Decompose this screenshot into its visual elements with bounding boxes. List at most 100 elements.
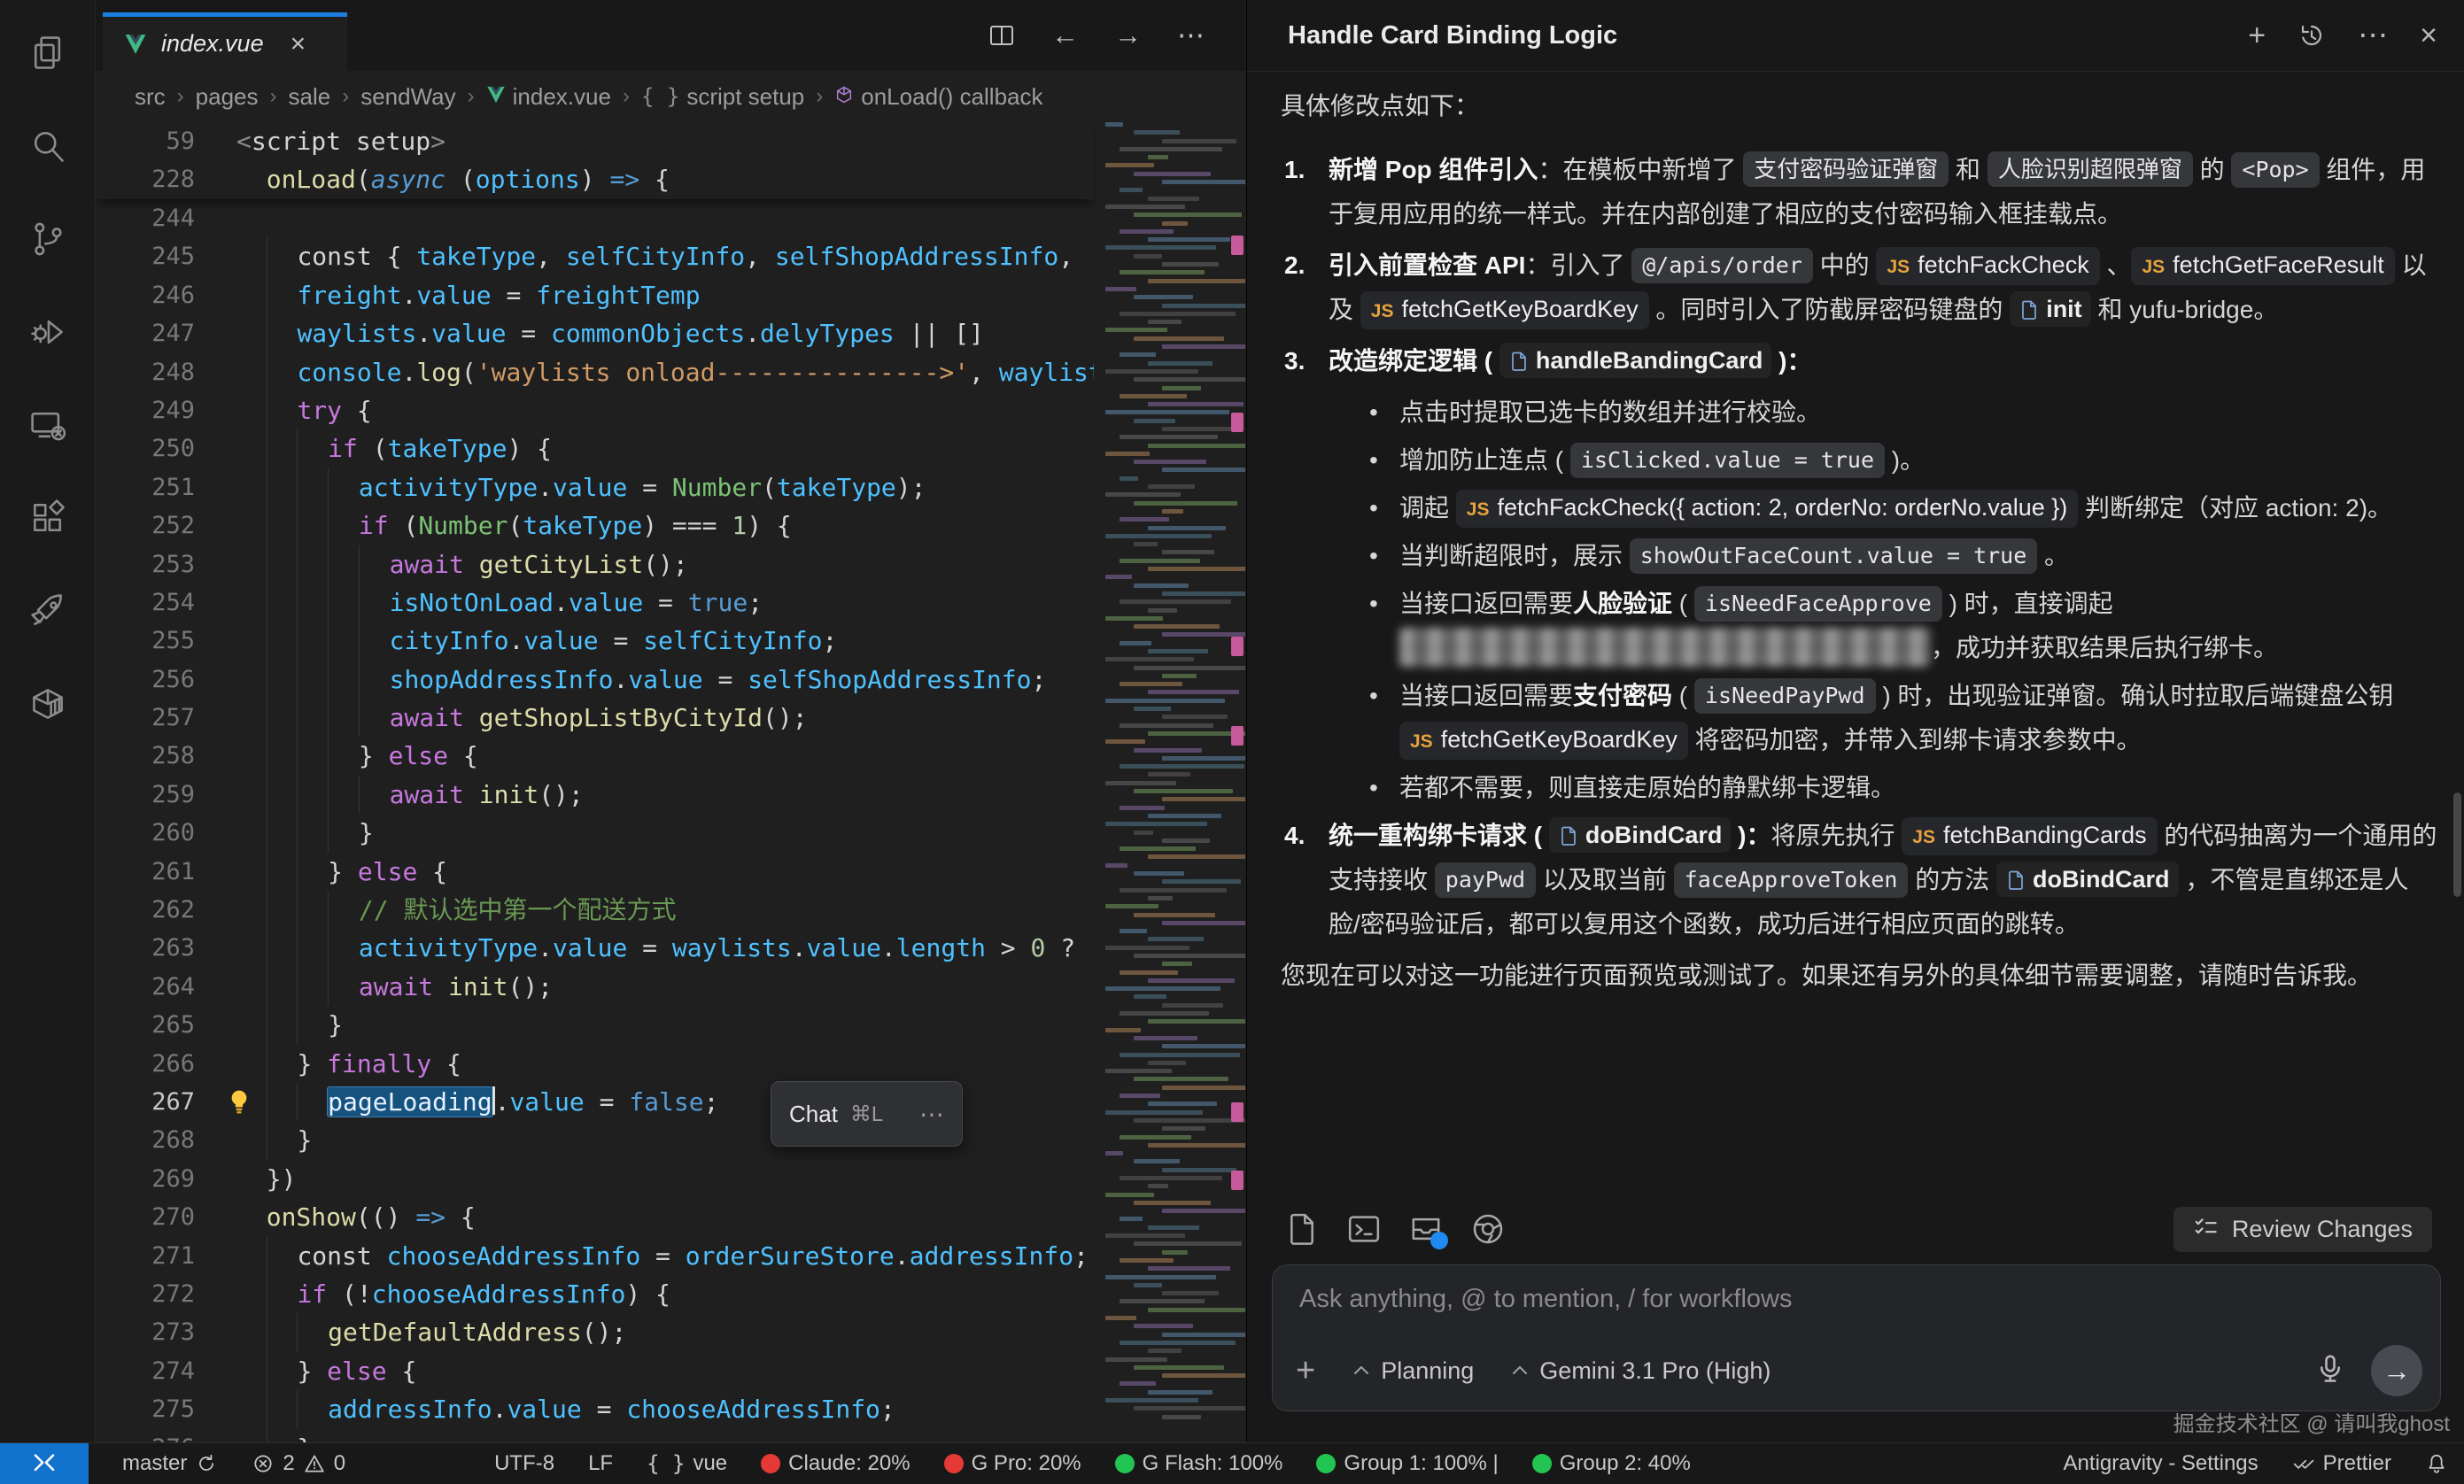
language-indicator[interactable]: { } vue: [647, 1451, 727, 1476]
js-symbol-chip[interactable]: JSfetchGetFaceResult: [2131, 247, 2394, 285]
breadcrumb-item-onload-callback[interactable]: onLoad() callback: [834, 83, 1042, 111]
line-number: 245: [96, 237, 195, 275]
js-symbol-chip[interactable]: JSfetchGetKeyBoardKey: [1399, 722, 1688, 760]
chat-input-box[interactable]: Ask anything, @ to mention, / for workfl…: [1272, 1264, 2441, 1411]
history-icon[interactable]: [2297, 21, 2326, 50]
forward-icon[interactable]: →: [1114, 19, 1142, 51]
tab-title: index.vue: [161, 30, 264, 58]
line-number: 257: [96, 699, 195, 737]
lightbulb-icon[interactable]: [225, 1088, 253, 1117]
inline-code-chip: showOutFaceCount.value = true: [1630, 538, 2038, 574]
terminal-artifact-icon[interactable]: [1346, 1211, 1382, 1247]
file-symbol-chip[interactable]: doBindCard: [1996, 862, 2179, 897]
line-number: 262: [96, 891, 195, 929]
panel-more-icon[interactable]: ⋯: [2358, 18, 2388, 53]
file-symbol-chip[interactable]: doBindCard: [1549, 817, 1732, 853]
inline-code-chip: isClicked.value = true: [1570, 443, 1885, 478]
mode-selector[interactable]: Planning: [1351, 1357, 1474, 1385]
explorer-icon[interactable]: [28, 34, 67, 73]
problems-indicator[interactable]: 2 0: [252, 1451, 345, 1476]
breadcrumb-item-script-setup[interactable]: { }script setup: [641, 83, 804, 111]
formatter-indicator[interactable]: Prettier: [2292, 1451, 2391, 1476]
code-line-266: 266} finally {: [96, 1045, 1094, 1083]
breadcrumb-item-sendway[interactable]: sendWay: [360, 83, 455, 111]
line-number: 265: [96, 1006, 195, 1044]
container-icon[interactable]: [28, 684, 67, 723]
braces-icon: { }: [647, 1451, 685, 1476]
assistant-message: 具体修改点如下：1.新增 Pop 组件引入：在模板中新增了 支付密码验证弹窗 和…: [1247, 72, 2464, 1202]
inbox-artifact-icon[interactable]: [1408, 1211, 1444, 1247]
language-label: vue: [693, 1451, 727, 1476]
breadcrumb-item-index-vue[interactable]: index.vue: [486, 83, 611, 111]
quota-claude[interactable]: Claude: 20%: [761, 1451, 910, 1476]
error-count: 2: [283, 1451, 294, 1476]
send-button[interactable]: →: [2371, 1345, 2422, 1396]
review-changes-button[interactable]: Review Changes: [2173, 1207, 2432, 1252]
file-symbol-chip[interactable]: init: [2010, 291, 2091, 327]
split-editor-icon[interactable]: [988, 21, 1016, 50]
panel-scrollbar[interactable]: [2453, 792, 2461, 897]
line-number: 254: [96, 584, 195, 622]
run-debug-icon[interactable]: [28, 313, 67, 352]
code-line-249: 249try {: [96, 391, 1094, 429]
settings-indicator[interactable]: Antigravity - Settings: [2064, 1451, 2259, 1476]
encoding-indicator[interactable]: UTF-8: [494, 1451, 554, 1476]
code-line-254: 254isNotOnLoad.value = true;: [96, 584, 1094, 622]
chat-hint-more-icon[interactable]: ⋯: [919, 1100, 944, 1129]
new-chat-icon[interactable]: +: [2248, 19, 2266, 53]
browser-artifact-icon[interactable]: [1470, 1211, 1506, 1247]
code-line-246: 246freight.value = freightTemp: [96, 276, 1094, 314]
breadcrumb-item-pages[interactable]: pages: [196, 83, 259, 111]
message-bullet: 若都不需要，则直接走原始的静默绑卡逻辑。: [1247, 766, 2437, 810]
inline-code-chip: faceApproveToken: [1674, 862, 1909, 898]
quota-group-1[interactable]: Group 1: 100% |: [1316, 1451, 1498, 1476]
model-selector[interactable]: Gemini 3.1 Pro (High): [1509, 1357, 1771, 1385]
code-editor[interactable]: 244245const { takeType, selfCityInfo, se…: [96, 122, 1245, 1443]
line-number: 249: [96, 391, 195, 429]
file-symbol-chip[interactable]: handleBandingCard: [1499, 343, 1772, 378]
line-number: 269: [96, 1160, 195, 1198]
file-artifact-icon[interactable]: [1284, 1211, 1320, 1247]
remote-indicator[interactable]: [0, 1443, 89, 1484]
js-symbol-chip[interactable]: JSfetchGetKeyBoardKey: [1360, 291, 1649, 329]
search-icon[interactable]: [28, 127, 67, 166]
code-line-275: 275addressInfo.value = chooseAddressInfo…: [96, 1390, 1094, 1428]
inline-code-chip: 人脸识别超限弹窗: [1987, 151, 2193, 187]
mic-icon[interactable]: [2314, 1353, 2346, 1389]
js-symbol-chip[interactable]: JSfetchBandingCards: [1902, 817, 2157, 855]
panel-close-icon[interactable]: ×: [2420, 19, 2437, 53]
message-bullet: 点击时提取已选卡的数组并进行校验。: [1247, 390, 2437, 435]
code-line-248: 248console.log('waylists onload---------…: [96, 353, 1094, 391]
source-control-icon[interactable]: [28, 220, 67, 259]
editor-actions: ← → ⋯: [988, 0, 1205, 71]
checklist-icon: [2193, 1216, 2220, 1242]
line-number: 59: [96, 122, 195, 160]
quota-group-2[interactable]: Group 2: 40%: [1532, 1451, 1691, 1476]
remote-explorer-icon[interactable]: [28, 406, 67, 444]
breadcrumb-item-sale[interactable]: sale: [289, 83, 331, 111]
code-line-274: 274} else {: [96, 1352, 1094, 1390]
line-number: 258: [96, 737, 195, 775]
more-actions-icon[interactable]: ⋯: [1177, 19, 1205, 51]
tab-close-icon[interactable]: ×: [291, 29, 306, 59]
notifications-bell-icon[interactable]: [2425, 1452, 2448, 1475]
breadcrumb-item-src[interactable]: src: [135, 83, 166, 111]
eol-indicator[interactable]: LF: [588, 1451, 613, 1476]
breadcrumb-separator: ›: [623, 84, 630, 109]
line-number: 250: [96, 429, 195, 468]
tab-index-vue[interactable]: index.vue ×: [103, 12, 347, 71]
branch-indicator[interactable]: master: [122, 1451, 218, 1476]
quota-g-pro[interactable]: G Pro: 20%: [944, 1451, 1081, 1476]
back-icon[interactable]: ←: [1051, 19, 1079, 51]
attach-icon[interactable]: +: [1296, 1357, 1315, 1384]
quota-g-flash[interactable]: G Flash: 100%: [1115, 1451, 1283, 1476]
js-symbol-chip[interactable]: JSfetchFackCheck: [1876, 247, 2099, 285]
js-symbol-chip[interactable]: JSfetchFackCheck({ action: 2, orderNo: o…: [1456, 490, 2079, 528]
assistant-panel: Handle Card Binding Logic + ⋯ × 具体修改点如下：…: [1246, 0, 2464, 1443]
breadcrumb-separator: ›: [468, 84, 475, 109]
rocket-icon[interactable]: [28, 591, 67, 630]
chat-hint-widget[interactable]: Chat ⌘L ⋯: [771, 1081, 963, 1147]
extensions-icon[interactable]: [28, 499, 67, 537]
minimap[interactable]: [1100, 122, 1245, 1443]
breadcrumb: src›pages›sale›sendWay›index.vue›{ }scri…: [96, 71, 1245, 122]
